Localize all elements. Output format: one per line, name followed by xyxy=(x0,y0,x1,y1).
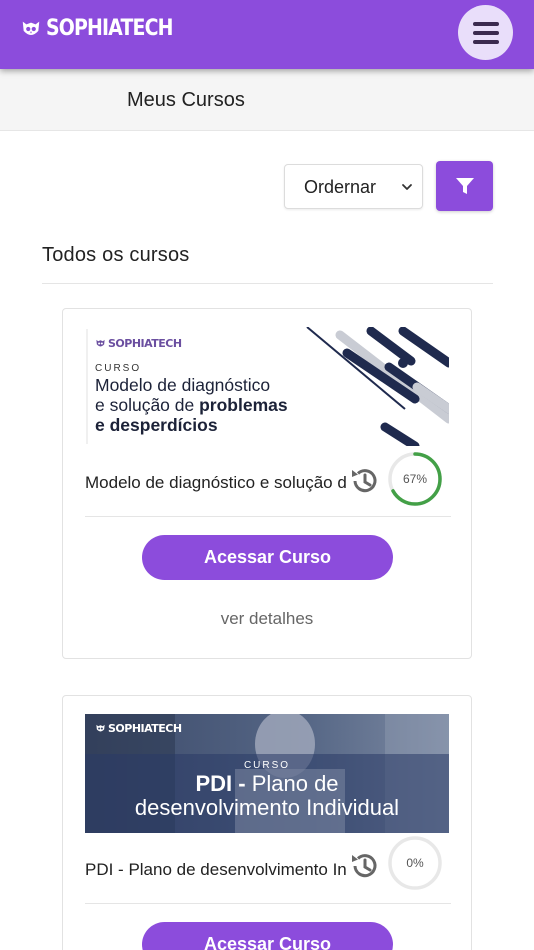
access-course-button[interactable]: Acessar Curso xyxy=(142,922,393,950)
banner-brand: SOPHIATECH xyxy=(95,722,182,735)
course-card: SOPHIATECH CURSO Modelo de diagnóstico e… xyxy=(62,308,472,659)
chevron-down-icon xyxy=(402,184,412,190)
card-divider xyxy=(85,903,451,904)
history-icon[interactable] xyxy=(347,463,383,499)
progress-label: 0% xyxy=(406,856,424,870)
progress-ring: 0% xyxy=(386,834,444,892)
filter-button[interactable] xyxy=(436,161,493,211)
owl-icon xyxy=(96,724,105,732)
menu-button[interactable] xyxy=(458,5,513,60)
access-course-button[interactable]: Acessar Curso xyxy=(142,535,393,580)
banner-kicker: CURSO xyxy=(243,760,291,771)
hamburger-icon xyxy=(472,21,499,26)
course-name: PDI - Plano de desenvolvimento Individua… xyxy=(85,860,347,879)
page-title: Meus Cursos xyxy=(127,89,245,111)
progress-ring: 67% xyxy=(386,450,444,508)
details-link[interactable]: ver detalhes xyxy=(63,609,471,629)
brand-name: SOPHIATECH xyxy=(46,16,173,41)
top-app-bar: SOPHIATECH xyxy=(0,0,534,69)
card-divider xyxy=(85,516,451,517)
section-title: Todos os cursos xyxy=(42,244,190,266)
course-banner[interactable]: SOPHIATECH CURSO Modelo de diagnóstico e… xyxy=(85,327,449,446)
history-icon[interactable] xyxy=(347,848,383,884)
owl-icon xyxy=(22,21,40,35)
owl-icon xyxy=(96,339,105,347)
course-card: SOPHIATECH CURSO PDI - Plano de desenvol… xyxy=(62,695,472,950)
progress-label: 67% xyxy=(402,472,428,486)
filter-icon xyxy=(455,178,474,194)
banner-brand: SOPHIATECH xyxy=(95,337,182,350)
section-divider xyxy=(42,283,493,284)
brand-logo[interactable]: SOPHIATECH xyxy=(20,16,193,41)
page-header: Meus Cursos xyxy=(0,69,534,131)
course-banner[interactable]: SOPHIATECH CURSO PDI - Plano de desenvol… xyxy=(85,714,449,833)
banner-title: PDI - Plano de desenvolvimento Individua… xyxy=(134,771,400,820)
order-select-label: Ordernar xyxy=(304,177,377,197)
banner-kicker: CURSO xyxy=(95,363,142,374)
banner-title: Modelo de diagnóstico e solução de probl… xyxy=(95,375,288,435)
order-select[interactable]: Ordernar xyxy=(284,164,423,209)
course-name: Modelo de diagnóstico e solução de probl… xyxy=(85,473,347,492)
